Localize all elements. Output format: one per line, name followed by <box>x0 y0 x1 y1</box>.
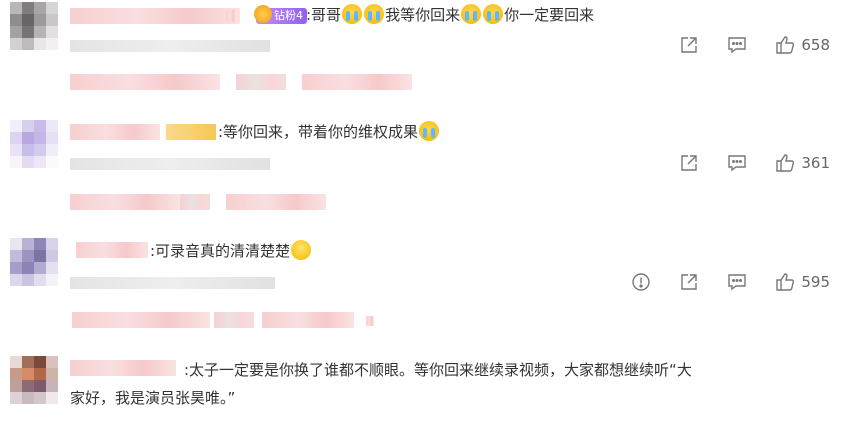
thumbs-up-icon <box>776 36 795 54</box>
like-count: 595 <box>801 273 830 291</box>
thumbs-up-icon <box>776 273 795 291</box>
reply-preview-blurred <box>180 194 210 210</box>
comment-actions: 658 <box>651 34 830 56</box>
username-blurred[interactable] <box>76 242 148 258</box>
crying-face-emoji <box>483 4 504 24</box>
crying-face-emoji <box>342 4 363 24</box>
reply-button[interactable] <box>727 35 747 55</box>
reply-preview-blurred <box>226 194 326 210</box>
reply-preview-blurred <box>72 312 210 328</box>
comment-item: :等你回来，带着你的维权成果 361 <box>0 110 858 220</box>
crying-face-emoji <box>419 121 440 141</box>
reply-preview-blurred <box>262 312 354 328</box>
crying-face-emoji <box>461 4 482 24</box>
comment-icon <box>728 155 747 172</box>
comment-text: :可录音真的清清楚楚 <box>150 240 312 262</box>
fan-badge-label: 钻粉4 <box>274 9 303 22</box>
timestamp-blurred <box>70 40 270 52</box>
reply-preview-blurred <box>302 74 412 90</box>
like-count: 361 <box>801 154 830 172</box>
reply-preview-blurred <box>236 74 286 90</box>
fan-badge[interactable]: 钻粉4 <box>254 5 307 24</box>
username-blurred <box>226 10 236 22</box>
reply-button[interactable] <box>727 153 747 173</box>
reply-preview-blurred <box>214 312 254 328</box>
comment-item: :可录音真的清清楚楚 595 <box>0 230 858 340</box>
share-icon <box>681 37 698 53</box>
reply-preview-blurred <box>366 316 374 326</box>
share-button[interactable] <box>679 35 699 55</box>
reply-preview-blurred <box>70 74 220 90</box>
crying-face-emoji <box>364 4 385 24</box>
grinning-face-emoji <box>291 240 312 260</box>
share-icon <box>681 155 698 171</box>
comment-icon <box>728 37 747 54</box>
username-blurred <box>166 124 216 140</box>
share-icon <box>681 274 698 290</box>
share-button[interactable] <box>679 153 699 173</box>
comment-text: :太子一定要是你换了谁都不顺眼。等你回来继续录视频，大家都想继续听“大家好，我是… <box>70 361 692 407</box>
report-button[interactable] <box>631 272 651 292</box>
comment-actions: 361 <box>651 152 830 174</box>
username-blurred[interactable] <box>70 8 240 24</box>
avatar[interactable] <box>10 356 58 404</box>
report-icon <box>632 273 651 291</box>
timestamp-blurred <box>70 158 270 170</box>
thumbs-up-icon <box>776 154 795 172</box>
avatar[interactable] <box>10 238 58 286</box>
comment-item: :太子一定要是你换了谁都不顺眼。等你回来继续录视频，大家都想继续听“大家好，我是… <box>0 350 858 426</box>
reply-preview-blurred <box>70 194 180 210</box>
comment-text: :哥哥 我等你回来 你一定要回来 <box>306 4 595 24</box>
comment-item: 钻粉4 :哥哥 我等你回来 你一定要回来 658 <box>0 0 858 110</box>
avatar[interactable] <box>10 2 58 50</box>
share-button[interactable] <box>679 272 699 292</box>
comment-icon <box>728 274 747 291</box>
like-button[interactable]: 658 <box>775 35 830 55</box>
comment-text: :等你回来，带着你的维权成果 <box>218 121 440 143</box>
like-button[interactable]: 595 <box>775 272 830 292</box>
username-blurred[interactable] <box>70 124 160 140</box>
timestamp-blurred <box>70 277 275 289</box>
comment-actions: 595 <box>603 271 830 293</box>
like-count: 658 <box>801 36 830 54</box>
avatar[interactable] <box>10 120 58 168</box>
reply-button[interactable] <box>727 272 747 292</box>
like-button[interactable]: 361 <box>775 153 830 173</box>
crown-icon <box>254 5 272 23</box>
